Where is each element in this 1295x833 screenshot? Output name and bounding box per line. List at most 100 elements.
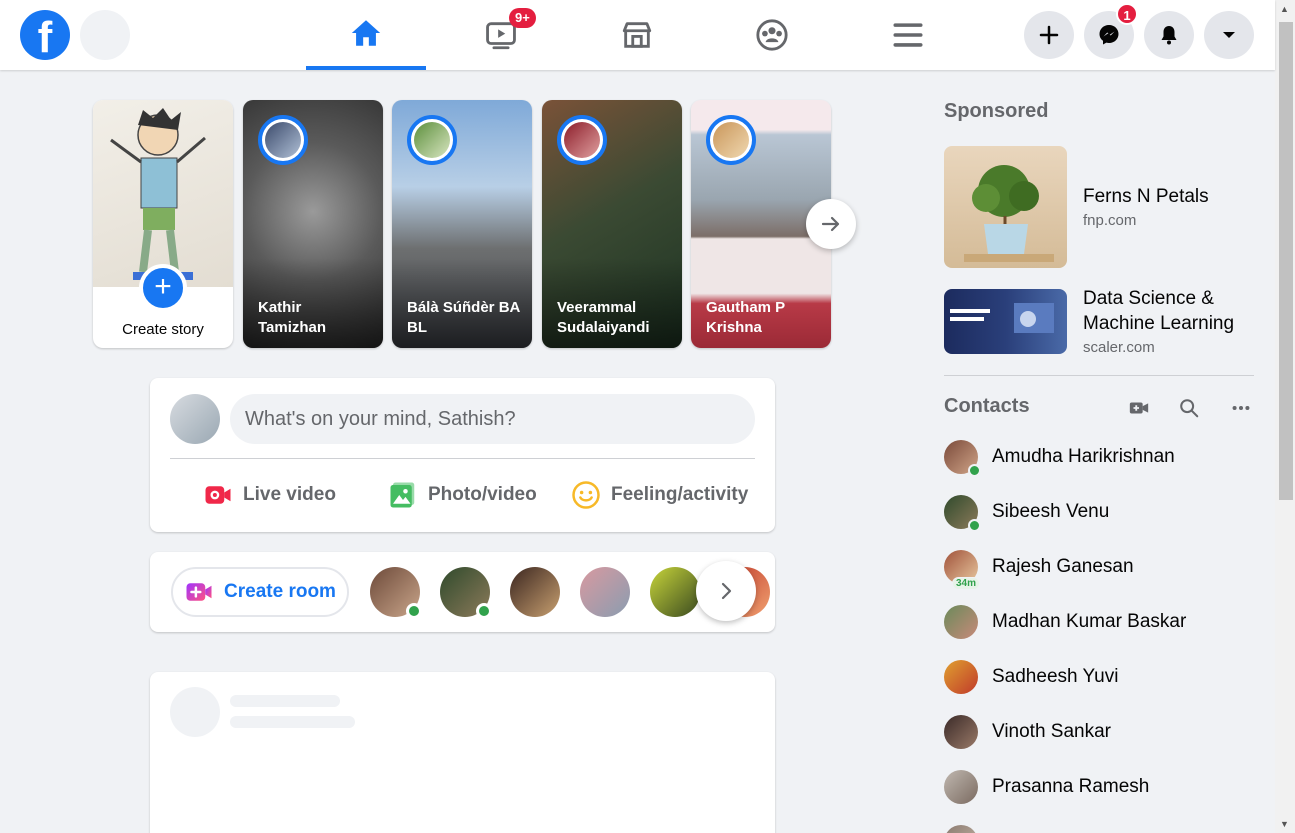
last-active-badge: 34m: [952, 577, 981, 590]
search-contacts-button[interactable]: [1177, 396, 1201, 420]
story-avatar: [258, 115, 308, 165]
my-avatar[interactable]: [170, 394, 220, 444]
story-card[interactable]: Veerammal Sudalaiyandi: [542, 100, 682, 348]
photo-video-button[interactable]: Photo/video: [388, 478, 537, 512]
contact-item[interactable]: Madhan Kumar Baskar: [944, 602, 1254, 642]
photo-video-label: Photo/video: [428, 484, 537, 505]
notifications-button[interactable]: [1144, 11, 1194, 59]
contact-item[interactable]: Sibeesh Venu: [944, 492, 1254, 532]
contact-item[interactable]: Vinoth Sankar: [944, 712, 1254, 752]
rooms-next-button[interactable]: [696, 561, 756, 621]
scroll-down-arrow-icon[interactable]: ▼: [1280, 819, 1289, 829]
contact-item[interactable]: [944, 822, 1254, 833]
contact-name: Rajesh Ganesan: [992, 556, 1134, 577]
create-room-button[interactable]: Create room: [171, 567, 349, 617]
scroll-up-arrow-icon[interactable]: ▲: [1280, 4, 1289, 14]
add-story-plus-icon[interactable]: +: [139, 264, 187, 312]
tab-groups[interactable]: [712, 0, 832, 70]
photo-icon: [390, 482, 415, 508]
contact-item[interactable]: Sadheesh Yuvi: [944, 657, 1254, 697]
tab-marketplace[interactable]: [577, 0, 697, 70]
create-story-label: Create story: [122, 321, 204, 338]
feed-loading-placeholder: [150, 672, 775, 833]
messenger-icon: [1099, 25, 1119, 45]
story-card[interactable]: Bálà Súñdèr BA BL: [392, 100, 532, 348]
online-indicator: [968, 519, 981, 532]
caret-down-icon: [1223, 32, 1235, 38]
contacts-heading: Contacts: [944, 395, 1030, 417]
plant-image: [964, 165, 1054, 262]
search-button[interactable]: [80, 10, 130, 60]
new-room-video-button[interactable]: [1127, 396, 1151, 420]
hamburger-menu-icon: [893, 23, 923, 47]
messenger-button[interactable]: 1: [1084, 3, 1138, 59]
live-video-button[interactable]: Live video: [203, 478, 336, 512]
groups-icon: [756, 19, 788, 51]
story-author-name: Gautham P Krishna: [706, 299, 785, 336]
chevron-right-icon: [721, 582, 732, 600]
room-contact-avatar[interactable]: [370, 567, 422, 619]
contact-name: Vinoth Sankar: [992, 721, 1112, 742]
contact-avatar: [944, 715, 978, 749]
contacts-options-button[interactable]: [1229, 396, 1253, 420]
watch-badge: 9+: [509, 8, 536, 28]
course-banner-image: [950, 303, 1054, 333]
rooms-bar: Create room: [150, 552, 775, 632]
scrollbar-thumb[interactable]: [1279, 22, 1293, 500]
contact-avatar: [944, 440, 981, 477]
arrow-right-icon: [821, 216, 840, 232]
contact-avatar: [944, 660, 978, 694]
messenger-badge: 1: [1116, 3, 1138, 25]
room-contact-avatar[interactable]: [440, 567, 492, 619]
marketplace-icon: [622, 22, 652, 48]
tab-menu[interactable]: [848, 0, 968, 70]
ad-title: Data Science & Machine Learning: [1083, 288, 1235, 334]
placeholder-line: [230, 695, 340, 707]
online-indicator: [476, 603, 492, 619]
contact-name: Sadheesh Yuvi: [992, 666, 1119, 687]
sponsored-ad[interactable]: Data Science & Machine Learning scaler.c…: [944, 284, 1254, 364]
online-indicator: [406, 603, 422, 619]
create-button[interactable]: [1024, 11, 1074, 59]
facebook-logo[interactable]: f: [20, 10, 70, 60]
contact-name: Amudha Harikrishnan: [992, 446, 1175, 467]
ad-title: Ferns N Petals: [1083, 186, 1209, 207]
story-avatar: [407, 115, 457, 165]
contact-item[interactable]: Prasanna Ramesh: [944, 767, 1254, 807]
bell-icon: [1161, 26, 1177, 45]
contact-item[interactable]: 34m Rajesh Ganesan: [944, 547, 1254, 590]
contact-item[interactable]: Amudha Harikrishnan: [944, 437, 1254, 477]
contact-name: Madhan Kumar Baskar: [992, 611, 1187, 632]
online-indicator: [968, 464, 981, 477]
placeholder-line: [230, 716, 355, 728]
contact-name: Prasanna Ramesh: [992, 776, 1150, 797]
whats-on-your-mind-input[interactable]: What's on your mind, Sathish?: [230, 394, 755, 444]
room-contact-avatar[interactable]: [580, 567, 630, 617]
room-contact-avatar[interactable]: [650, 567, 700, 617]
right-column-divider: [944, 375, 1254, 376]
create-story-card[interactable]: + Create story: [93, 100, 233, 348]
more-dots-icon: [1232, 405, 1250, 411]
create-room-label: Create room: [224, 581, 336, 602]
stories-next-button[interactable]: [806, 199, 856, 249]
composer-divider: [170, 458, 755, 459]
ad-url: scaler.com: [1083, 339, 1155, 356]
story-author-name: Bálà Súñdèr BA BL: [407, 299, 520, 336]
room-contact-avatar[interactable]: [510, 567, 560, 617]
tab-home[interactable]: [306, 0, 426, 70]
account-menu-button[interactable]: [1204, 11, 1254, 59]
story-card[interactable]: Kathir Tamizhan: [243, 100, 383, 348]
smiley-icon: [572, 481, 600, 509]
story-avatar: [706, 115, 756, 165]
placeholder-avatar: [170, 687, 220, 737]
page-scrollbar[interactable]: ▲ ▼: [1275, 0, 1295, 833]
contact-avatar: [944, 605, 978, 639]
feeling-activity-button[interactable]: Feeling/activity: [571, 478, 748, 512]
live-video-icon: [205, 486, 231, 504]
ad-image: [944, 146, 1067, 268]
home-icon: [351, 20, 381, 46]
video-camera-plus-icon: [1129, 402, 1149, 414]
sponsored-ad[interactable]: Ferns N Petals fnp.com: [944, 146, 1254, 268]
tab-watch[interactable]: 9+: [441, 0, 561, 70]
sponsored-heading: Sponsored: [944, 100, 1049, 122]
